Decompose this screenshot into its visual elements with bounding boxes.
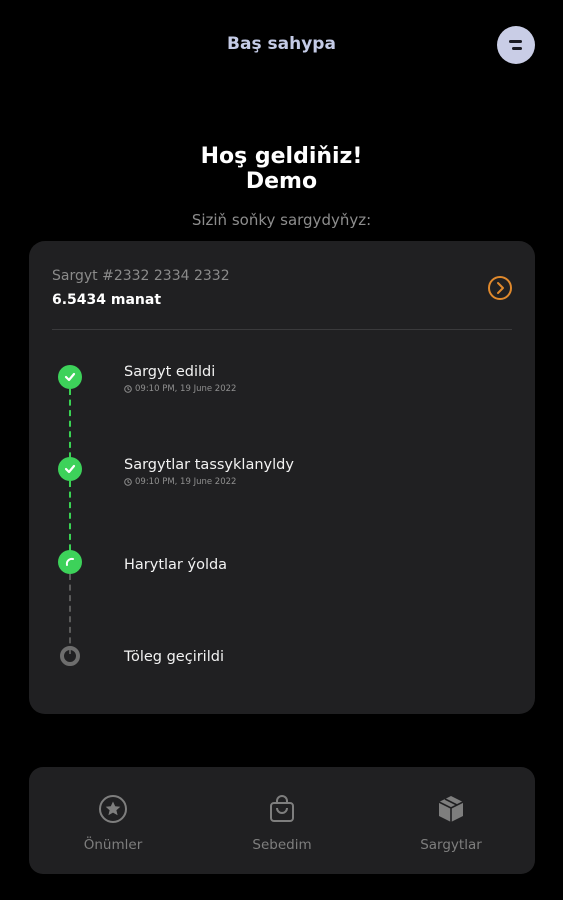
step-time-text: 09:10 PM, 19 June 2022 xyxy=(135,477,237,487)
timeline-connector xyxy=(69,574,71,654)
step-time: 09:10 PM, 19 June 2022 xyxy=(124,384,236,394)
step-title: Harytlar ýolda xyxy=(124,557,228,573)
card-divider xyxy=(52,329,512,330)
step-title: Töleg geçirildi xyxy=(124,649,224,665)
timeline-connector xyxy=(69,481,71,561)
last-order-subtitle: Siziň soňky sargydyňyz: xyxy=(191,211,372,229)
welcome-user-name: Demo xyxy=(245,169,318,194)
nav-label: Sargytlar xyxy=(420,837,482,853)
welcome-heading: Hoş geldiňiz! Demo xyxy=(0,144,563,194)
order-amount: 6.5434 manat xyxy=(52,292,162,308)
nav-item-orders[interactable]: Sargytlar xyxy=(367,767,535,874)
last-order-card[interactable]: Sargyt #2332 2334 2332 6.5434 manat Sarg… xyxy=(29,241,535,714)
nav-label: Önümler xyxy=(83,837,143,853)
menu-button[interactable] xyxy=(497,26,535,64)
step-title: Sargytlar tassyklanyldy xyxy=(124,457,294,473)
step-status-in-progress xyxy=(58,550,82,574)
menu-icon xyxy=(509,40,522,50)
bottom-navigation: Önümler Sebedim Sargytlar xyxy=(29,767,535,874)
step-status-pending xyxy=(60,646,80,666)
step-time: 09:10 PM, 19 June 2022 xyxy=(124,477,236,487)
nav-label: Sebedim xyxy=(252,837,312,853)
clock-icon xyxy=(124,478,132,486)
nav-item-cart[interactable]: Sebedim xyxy=(198,767,366,874)
progress-arc-icon xyxy=(65,557,74,566)
nav-item-products[interactable]: Önümler xyxy=(29,767,197,874)
check-icon xyxy=(64,464,76,474)
step-title: Sargyt edildi xyxy=(124,364,216,380)
clock-icon xyxy=(124,385,132,393)
step-status-done xyxy=(58,457,82,481)
page-title: Baş sahypa xyxy=(227,34,336,54)
step-status-done xyxy=(58,365,82,389)
step-time-text: 09:10 PM, 19 June 2022 xyxy=(135,384,237,394)
order-number: Sargyt #2332 2334 2332 xyxy=(52,268,230,284)
welcome-greeting: Hoş geldiňiz! xyxy=(200,144,363,169)
shopping-bag-icon xyxy=(270,795,294,822)
check-icon xyxy=(64,372,76,382)
star-icon xyxy=(99,795,127,823)
chevron-right-circle-icon[interactable] xyxy=(487,275,513,301)
package-icon xyxy=(438,796,464,822)
